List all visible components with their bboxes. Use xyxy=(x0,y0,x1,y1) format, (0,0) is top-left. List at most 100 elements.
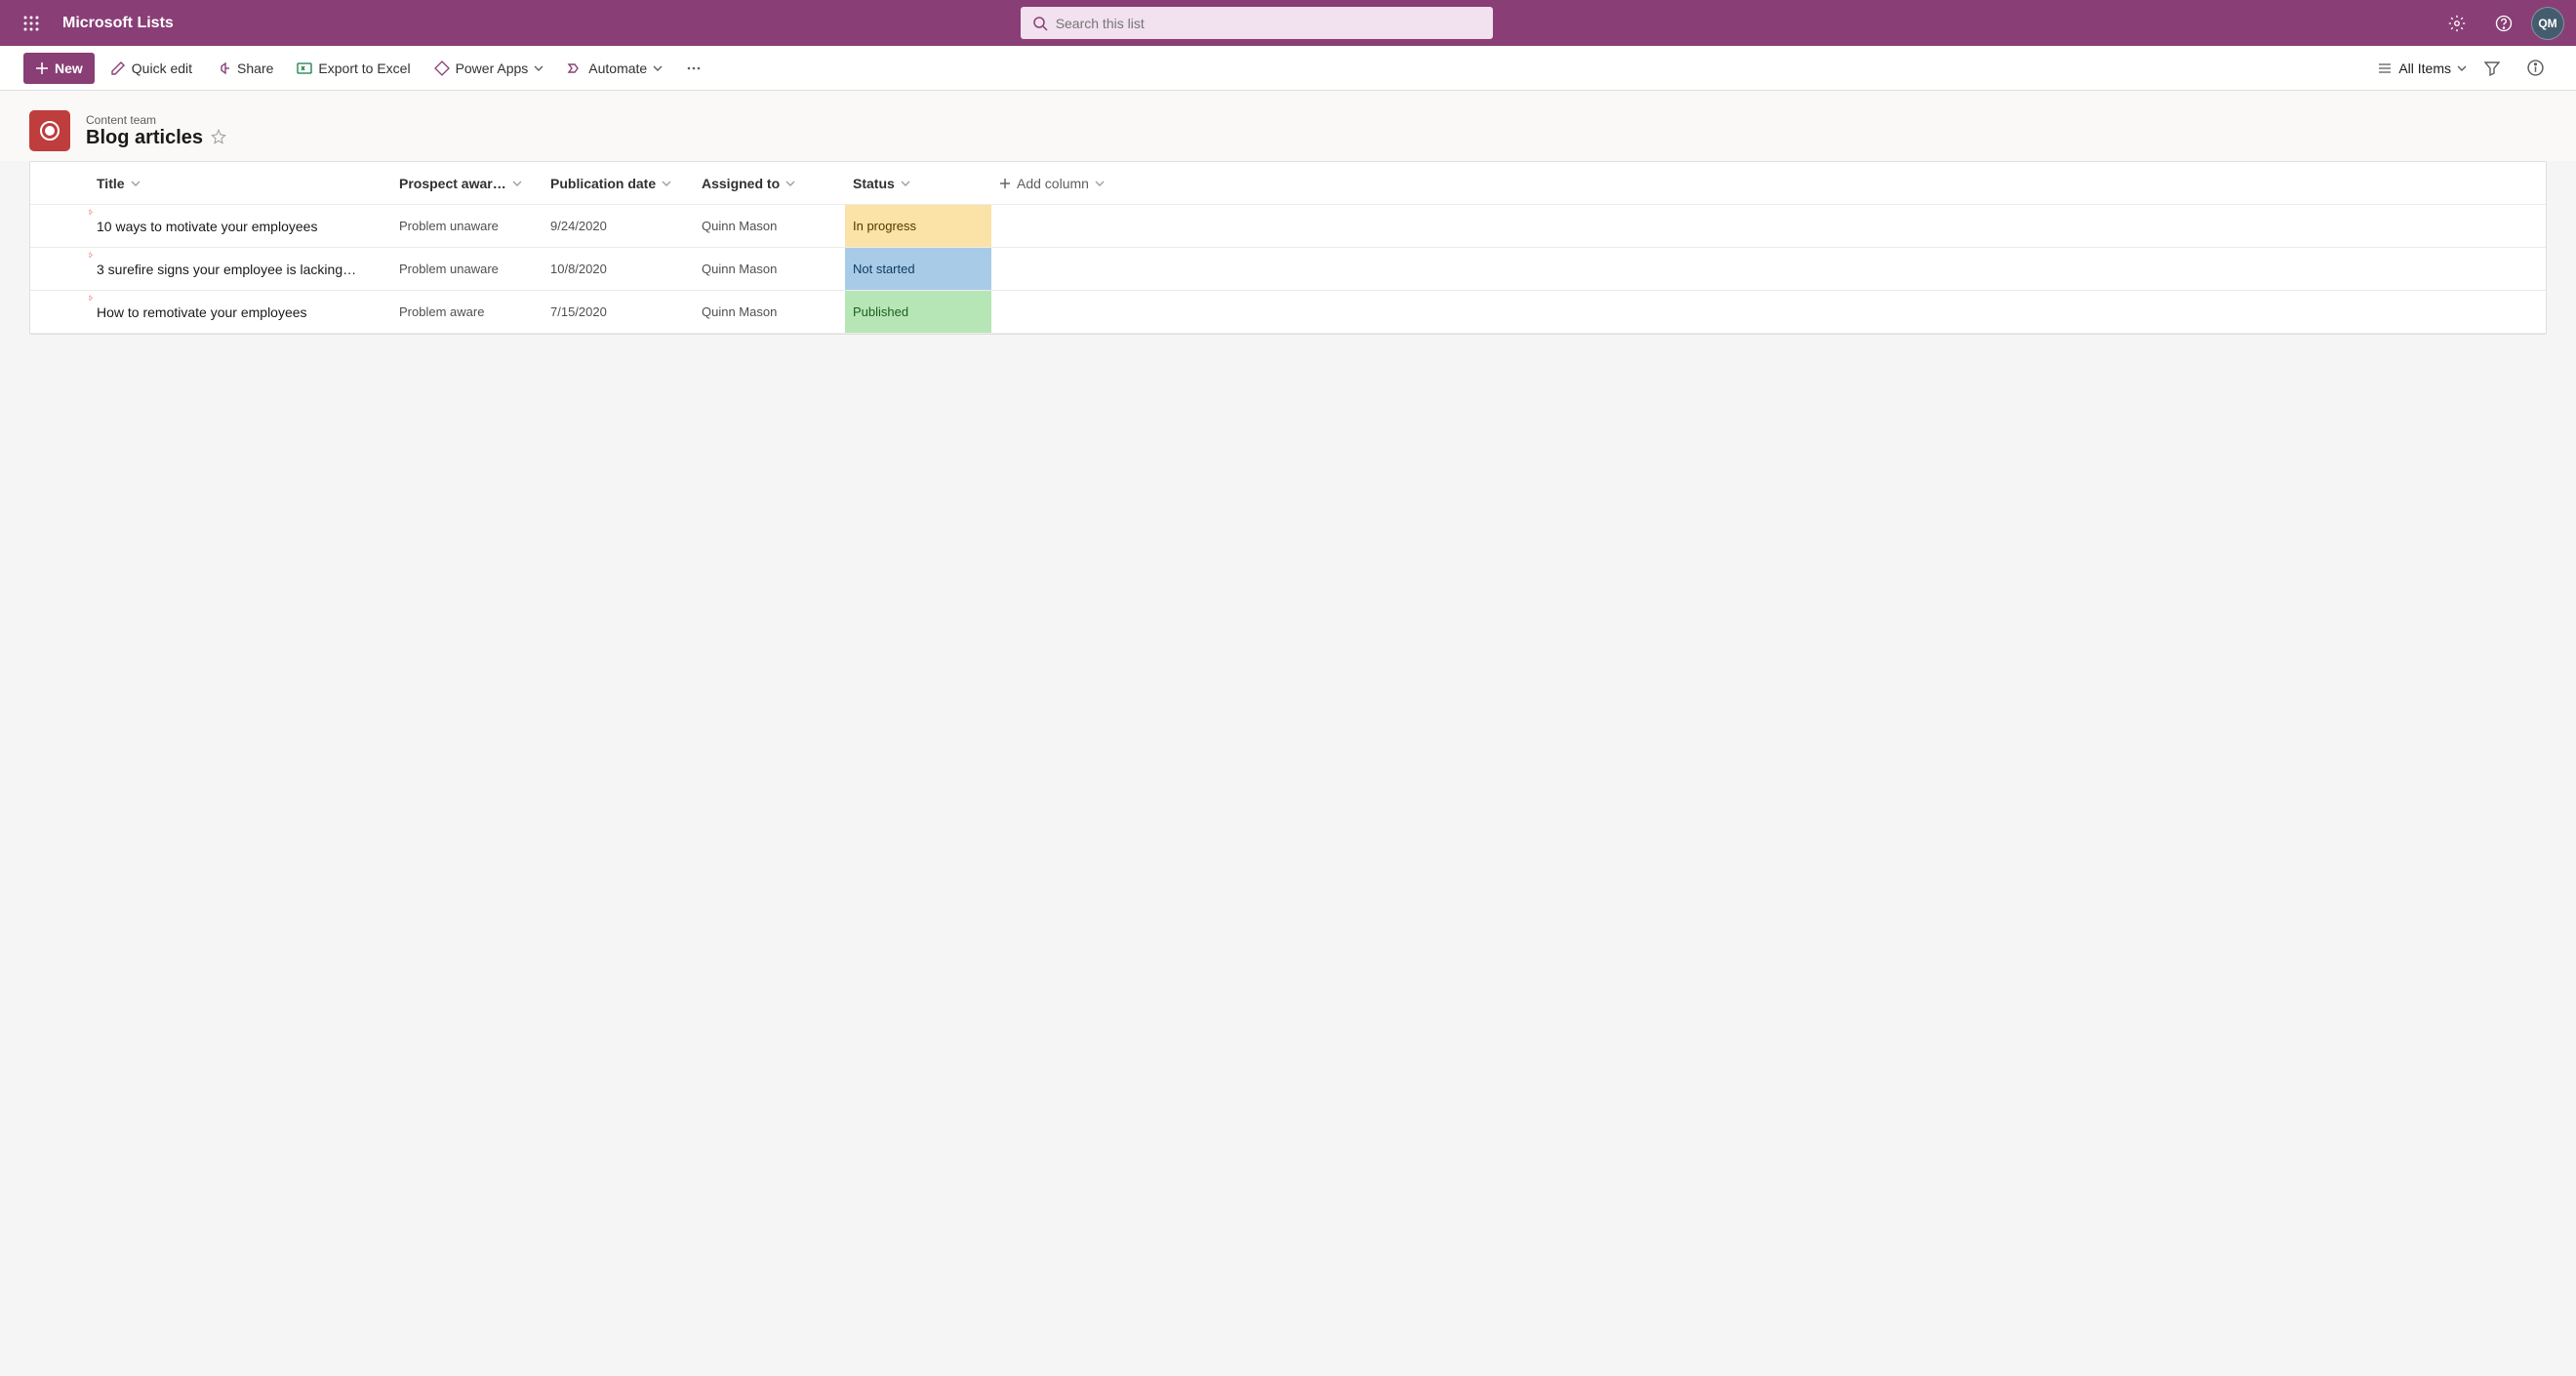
chevron-down-icon xyxy=(901,179,910,188)
star-icon xyxy=(211,129,226,144)
column-label: Publication date xyxy=(550,176,656,191)
quick-edit-label: Quick edit xyxy=(132,61,192,76)
assigned-cell: Quinn Mason xyxy=(694,205,845,247)
export-label: Export to Excel xyxy=(318,61,410,76)
idea-icon: ✧ xyxy=(89,294,94,304)
status-cell: In progress xyxy=(845,205,991,247)
list-grid: Title Prospect awar… Publication date As… xyxy=(29,161,2547,335)
empty-cell xyxy=(991,248,2546,290)
search-input[interactable] xyxy=(1056,16,1481,31)
waffle-icon xyxy=(23,16,39,31)
export-excel-button[interactable]: Export to Excel xyxy=(289,53,418,84)
empty-cell xyxy=(991,291,2546,333)
title-text: 3 surefire signs your employee is lackin… xyxy=(97,262,356,277)
new-label: New xyxy=(55,61,83,76)
empty-cell xyxy=(991,205,2546,247)
column-label: Assigned to xyxy=(702,176,780,191)
view-label: All Items xyxy=(2398,61,2451,76)
column-label: Status xyxy=(853,176,895,191)
search-box[interactable] xyxy=(1021,7,1493,39)
title-text: 10 ways to motivate your employees xyxy=(97,219,317,234)
chevron-down-icon xyxy=(131,179,141,188)
column-headers: Title Prospect awar… Publication date As… xyxy=(30,162,2546,205)
add-column-label: Add column xyxy=(1017,176,1089,191)
list-title: Blog articles xyxy=(86,127,203,149)
pencil-icon xyxy=(110,61,126,76)
row-selector[interactable] xyxy=(30,291,89,333)
assigned-cell: Quinn Mason xyxy=(694,291,845,333)
title-cell[interactable]: ✧ How to remotivate your employees xyxy=(89,291,391,333)
select-all-cell[interactable] xyxy=(30,162,89,204)
prospect-cell: Problem aware xyxy=(391,291,543,333)
help-icon xyxy=(2495,15,2513,32)
chevron-down-icon xyxy=(534,63,543,73)
site-breadcrumb[interactable]: Content team xyxy=(86,113,226,127)
list-icon xyxy=(29,110,70,151)
filter-icon xyxy=(2484,61,2500,76)
settings-button[interactable] xyxy=(2434,0,2480,46)
list-view-icon xyxy=(2377,61,2393,76)
share-label: Share xyxy=(237,61,273,76)
share-button[interactable]: Share xyxy=(208,53,281,84)
column-status[interactable]: Status xyxy=(845,162,991,204)
view-selector[interactable]: All Items xyxy=(2377,61,2467,76)
share-icon xyxy=(216,61,231,76)
column-assigned-to[interactable]: Assigned to xyxy=(694,162,845,204)
power-apps-label: Power Apps xyxy=(456,61,529,76)
gear-icon xyxy=(2448,15,2466,32)
command-bar: New Quick edit Share Export to Excel Pow… xyxy=(0,46,2576,91)
pubdate-cell: 10/8/2020 xyxy=(543,248,694,290)
column-publication-date[interactable]: Publication date xyxy=(543,162,694,204)
column-label: Title xyxy=(97,176,125,191)
prospect-cell: Problem unaware xyxy=(391,205,543,247)
status-badge: Not started xyxy=(845,248,991,290)
status-cell: Not started xyxy=(845,248,991,290)
more-icon xyxy=(686,61,702,76)
target-icon xyxy=(38,119,61,142)
new-button[interactable]: New xyxy=(23,53,95,84)
prospect-cell: Problem unaware xyxy=(391,248,543,290)
row-selector[interactable] xyxy=(30,205,89,247)
automate-label: Automate xyxy=(588,61,647,76)
flow-icon xyxy=(567,61,583,76)
assigned-cell: Quinn Mason xyxy=(694,248,845,290)
status-badge: In progress xyxy=(845,205,991,247)
column-label: Prospect awar… xyxy=(399,176,506,191)
chevron-down-icon xyxy=(2457,63,2467,73)
excel-icon xyxy=(297,61,312,76)
chevron-down-icon xyxy=(1095,179,1105,188)
info-pane-button[interactable] xyxy=(2517,51,2553,86)
idea-icon: ✧ xyxy=(89,208,94,219)
chevron-down-icon xyxy=(653,63,663,73)
info-icon xyxy=(2527,60,2544,76)
help-button[interactable] xyxy=(2480,0,2527,46)
app-launcher-button[interactable] xyxy=(8,0,55,46)
column-title[interactable]: Title xyxy=(89,162,391,204)
power-apps-button[interactable]: Power Apps xyxy=(426,53,552,84)
row-selector[interactable] xyxy=(30,248,89,290)
filter-button[interactable] xyxy=(2475,51,2510,86)
user-avatar[interactable]: QM xyxy=(2531,7,2564,40)
pubdate-cell: 9/24/2020 xyxy=(543,205,694,247)
pubdate-cell: 7/15/2020 xyxy=(543,291,694,333)
table-row[interactable]: ✧ 10 ways to motivate your employees Pro… xyxy=(30,205,2546,248)
idea-icon: ✧ xyxy=(89,251,94,262)
status-badge: Published xyxy=(845,291,991,333)
table-row[interactable]: ✧ 3 surefire signs your employee is lack… xyxy=(30,248,2546,291)
quick-edit-button[interactable]: Quick edit xyxy=(102,53,200,84)
automate-button[interactable]: Automate xyxy=(559,53,670,84)
column-prospect-awareness[interactable]: Prospect awar… xyxy=(391,162,543,204)
favorite-button[interactable] xyxy=(211,129,226,147)
title-cell[interactable]: ✧ 3 surefire signs your employee is lack… xyxy=(89,248,391,290)
list-header: Content team Blog articles xyxy=(0,91,2576,161)
more-commands-button[interactable] xyxy=(678,53,709,84)
table-row[interactable]: ✧ How to remotivate your employees Probl… xyxy=(30,291,2546,334)
title-cell[interactable]: ✧ 10 ways to motivate your employees xyxy=(89,205,391,247)
add-column-button[interactable]: Add column xyxy=(991,162,2546,204)
status-cell: Published xyxy=(845,291,991,333)
suite-header: Microsoft Lists QM xyxy=(0,0,2576,46)
chevron-down-icon xyxy=(512,179,522,188)
plus-icon xyxy=(35,61,49,75)
powerapps-icon xyxy=(434,61,450,76)
title-text: How to remotivate your employees xyxy=(97,304,307,320)
